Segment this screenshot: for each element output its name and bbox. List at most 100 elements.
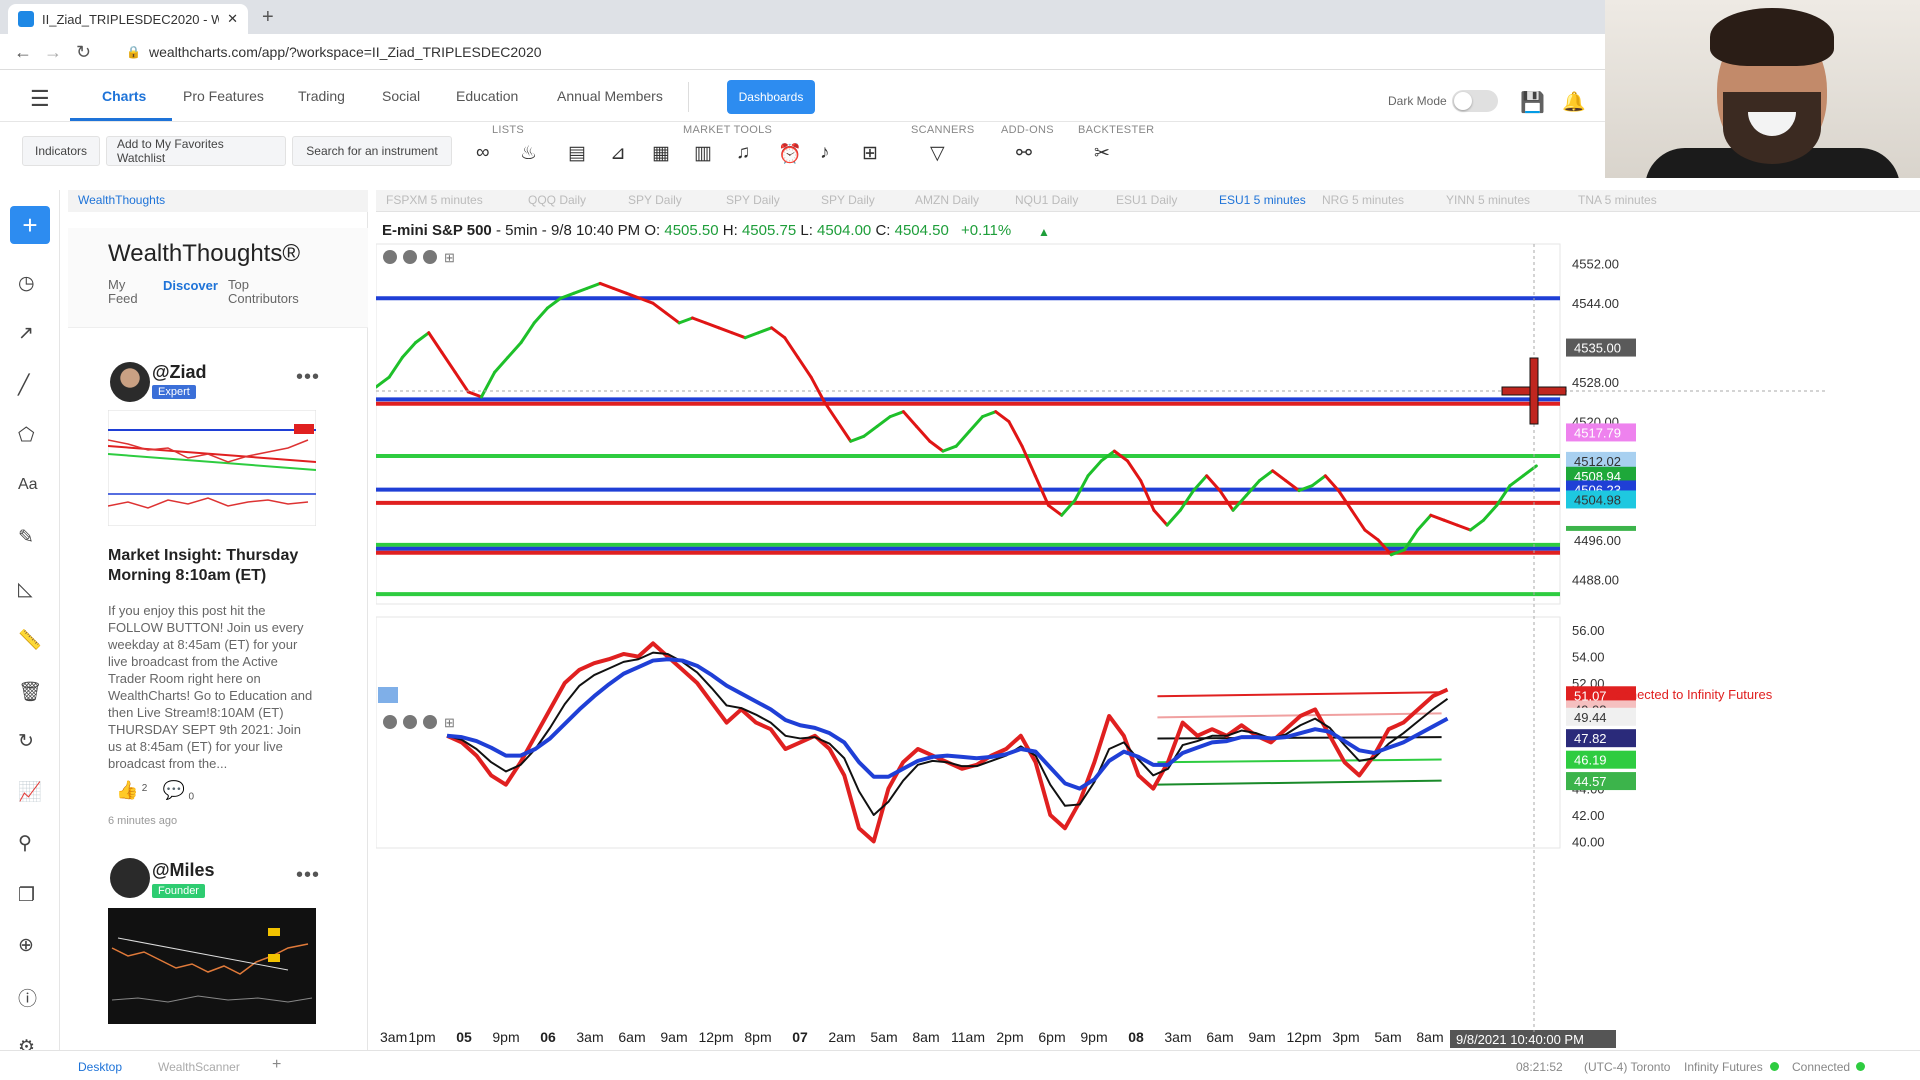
x-tick-label: 2am xyxy=(828,1029,855,1045)
line-tool-icon[interactable]: ╱ xyxy=(18,374,29,397)
search-instrument-button[interactable]: Search for an instrument xyxy=(292,136,452,166)
status-tab-desktop[interactable]: Desktop xyxy=(78,1060,122,1074)
panel-control-icon[interactable] xyxy=(403,250,417,264)
x-tick-label: 05 xyxy=(456,1029,472,1045)
chart-tab[interactable]: NRG 5 minutes xyxy=(1322,193,1404,207)
post-chart-thumbnail[interactable] xyxy=(108,410,316,526)
filter-icon[interactable]: ▽ xyxy=(930,142,945,165)
addon-link-icon[interactable]: ⚯ xyxy=(1016,142,1032,165)
url-field[interactable]: 🔒 wealthcharts.com/app/?workspace=II_Zia… xyxy=(110,40,1590,64)
x-tick-label: 2pm xyxy=(996,1029,1023,1045)
angle-tool-icon[interactable]: ◺ xyxy=(18,578,33,601)
price-tag-label: 4517.79 xyxy=(1574,425,1621,440)
backtester-icon[interactable]: ✂ xyxy=(1094,142,1110,165)
nav-trading[interactable]: Trading xyxy=(298,88,345,104)
trash-icon[interactable]: 🗑 xyxy=(18,680,42,704)
crosshair-icon[interactable]: ⊕ xyxy=(18,934,34,957)
close-label: C: xyxy=(875,222,890,239)
trend-line-icon[interactable]: ↗ xyxy=(18,322,34,345)
chart-tab[interactable]: SPY Daily xyxy=(821,193,875,207)
grid-tools-icon[interactable]: ⊞ xyxy=(862,142,878,165)
calculator-icon[interactable]: ▥ xyxy=(694,142,712,165)
alert-bell-icon[interactable]: ♫ xyxy=(736,142,750,164)
nav-active-indicator xyxy=(70,118,172,121)
status-tab-wealthscanner[interactable]: WealthScanner xyxy=(158,1060,240,1074)
add-tab-icon[interactable]: + xyxy=(272,1056,281,1074)
price-tag-label: 4512.02 xyxy=(1574,454,1621,469)
hamburger-menu-icon[interactable]: ☰ xyxy=(30,86,50,112)
ruler-icon[interactable]: 📏 xyxy=(18,628,42,652)
comment-icon[interactable]: 💬 xyxy=(163,780,185,800)
open-value: 4505.50 xyxy=(664,222,718,239)
post-username[interactable]: @Ziad xyxy=(152,362,207,383)
forward-arrow-icon[interactable]: → xyxy=(44,42,62,63)
line-chart-icon[interactable]: 📈 xyxy=(18,780,42,804)
flame-icon[interactable]: ♨ xyxy=(520,142,537,165)
clock-icon[interactable]: ◷ xyxy=(18,272,35,295)
new-tab-icon[interactable]: + xyxy=(262,6,274,29)
chart-tab[interactable]: FSPXM 5 minutes xyxy=(386,193,483,207)
chart-tab[interactable]: ESU1 5 minutes xyxy=(1219,193,1306,207)
panel-control-icon[interactable] xyxy=(403,715,417,729)
shape-tool-icon[interactable]: ⬠ xyxy=(18,424,35,447)
post-chart-thumbnail[interactable] xyxy=(108,908,316,1024)
chart-tab[interactable]: NQU1 Daily xyxy=(1015,193,1078,207)
news-icon[interactable]: ▤ xyxy=(568,142,586,165)
dark-mode-toggle[interactable] xyxy=(1452,90,1498,112)
alarm-icon[interactable]: ⏰ xyxy=(778,142,802,166)
feed-tab-discover[interactable]: Discover xyxy=(163,278,218,293)
feed-tab-my-feed[interactable]: My Feed xyxy=(108,278,148,306)
link-icon[interactable]: ∞ xyxy=(476,142,490,164)
post-title[interactable]: Market Insight: Thursday Morning 8:10am … xyxy=(108,546,328,586)
panel-control-icon[interactable] xyxy=(383,250,397,264)
chart-tab[interactable]: ESU1 Daily xyxy=(1116,193,1177,207)
chart-tab[interactable]: YINN 5 minutes xyxy=(1446,193,1530,207)
calendar-icon[interactable]: ▦ xyxy=(652,142,670,165)
nav-social[interactable]: Social xyxy=(382,88,420,104)
reload-icon[interactable]: ↻ xyxy=(76,42,91,63)
expand-icon[interactable]: ⊞ xyxy=(444,715,455,730)
close-tab-icon[interactable]: ✕ xyxy=(227,11,238,27)
save-icon[interactable]: 💾 xyxy=(1520,90,1545,115)
pencil-icon[interactable]: ✎ xyxy=(18,526,34,549)
chart-tab[interactable]: TNA 5 minutes xyxy=(1578,193,1657,207)
add-favorites-button[interactable]: Add to My Favorites Watchlist xyxy=(106,136,286,166)
chart-tab[interactable]: SPY Daily xyxy=(726,193,780,207)
nav-annual-members[interactable]: Annual Members xyxy=(557,88,663,104)
expand-icon[interactable]: ⊞ xyxy=(444,250,455,265)
more-options-icon[interactable]: ••• xyxy=(296,864,320,887)
chart-tab[interactable]: SPY Daily xyxy=(628,193,682,207)
info-icon[interactable]: ⓘ xyxy=(18,984,37,1011)
add-plus-button[interactable]: + xyxy=(10,206,50,244)
dashboards-button[interactable]: Dashboards xyxy=(727,80,815,114)
chart-tab[interactable]: AMZN Daily xyxy=(915,193,979,207)
panel-control-icon[interactable] xyxy=(383,715,397,729)
thumbs-up-icon[interactable]: 👍 xyxy=(116,780,138,800)
post-username[interactable]: @Miles xyxy=(152,860,215,881)
chart-area[interactable]: E-mini S&P 500 - 5min - 9/8 10:40 PM O: … xyxy=(376,212,1920,1050)
avatar[interactable] xyxy=(110,858,150,898)
feed-tab[interactable]: WealthThoughts xyxy=(68,190,368,212)
chart-tab[interactable]: QQQ Daily xyxy=(528,193,586,207)
copy-icon[interactable]: ❐ xyxy=(18,884,35,907)
x-tick-label: 5am xyxy=(1374,1029,1401,1045)
bell-icon[interactable]: 🔔 xyxy=(1562,90,1586,114)
more-options-icon[interactable]: ••• xyxy=(296,366,320,389)
panel-control-icon[interactable] xyxy=(423,250,437,264)
nav-education[interactable]: Education xyxy=(456,88,518,104)
refresh-icon[interactable]: ↻ xyxy=(18,730,34,753)
text-tool-icon[interactable]: Aa xyxy=(18,476,38,494)
notification-icon[interactable]: ♪ xyxy=(820,142,830,164)
browser-tab[interactable]: II_Ziad_TRIPLESDEC2020 - Wealth ✕ xyxy=(8,4,248,34)
nav-charts[interactable]: Charts xyxy=(102,88,146,104)
x-tick-label: 12pm xyxy=(1286,1029,1321,1045)
panel-control-icon[interactable] xyxy=(423,715,437,729)
avatar[interactable] xyxy=(110,362,150,402)
chart-icon[interactable]: ⊿ xyxy=(610,142,626,165)
nav-pro-features[interactable]: Pro Features xyxy=(183,88,264,104)
feed-tab-top-contributors[interactable]: Top Contributors xyxy=(228,278,308,306)
indicators-button[interactable]: Indicators xyxy=(22,136,100,166)
back-arrow-icon[interactable]: ← xyxy=(14,42,32,63)
webcam-video xyxy=(1605,0,1920,178)
node-chart-icon[interactable]: ⚲ xyxy=(18,832,32,855)
